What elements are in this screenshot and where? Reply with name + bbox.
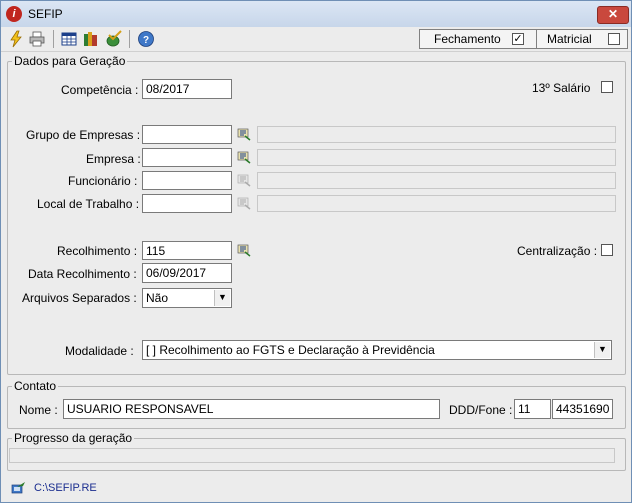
- fechamento-toggle[interactable]: Fechamento ✓: [419, 29, 547, 49]
- local-trabalho-description: [257, 195, 616, 212]
- lookup-icon[interactable]: [237, 127, 251, 141]
- salario13-checkbox[interactable]: [601, 81, 613, 93]
- data-recolhimento-input[interactable]: 06/09/2017: [142, 263, 232, 283]
- nome-label: Nome :: [19, 403, 58, 417]
- arquivos-separados-select[interactable]: Não ▼: [142, 288, 232, 308]
- window-title: SEFIP: [28, 7, 63, 21]
- chevron-down-icon[interactable]: ▼: [214, 290, 230, 306]
- modalidade-value: [ ] Recolhimento ao FGTS e Declaração à …: [146, 343, 435, 357]
- competencia-input[interactable]: 08/2017: [142, 79, 232, 99]
- progress-bar: [9, 448, 615, 463]
- arquivos-separados-label: Arquivos Separados :: [22, 291, 137, 305]
- fone-input[interactable]: 44351690: [552, 399, 613, 419]
- lookup-icon[interactable]: [237, 196, 251, 210]
- competencia-label: Competência :: [61, 83, 139, 97]
- centralizacao-label: Centralização :: [517, 244, 598, 258]
- grupo-empresas-description: [257, 126, 616, 143]
- export-file-icon: [11, 482, 25, 494]
- svg-text:?: ?: [143, 35, 149, 46]
- salario13-label: 13º Salário: [532, 81, 591, 95]
- modalidade-label: Modalidade :: [65, 344, 134, 358]
- books-icon[interactable]: [82, 30, 100, 48]
- app-info-icon: i: [6, 6, 22, 22]
- nome-input[interactable]: USUARIO RESPONSAVEL: [63, 399, 440, 419]
- empresa-input[interactable]: [142, 148, 232, 167]
- status-path: C:\SEFIP.RE: [34, 482, 97, 494]
- title-bar[interactable]: i SEFIP ✕: [1, 1, 631, 28]
- modalidade-select[interactable]: [ ] Recolhimento ao FGTS e Declaração à …: [142, 340, 612, 360]
- close-button[interactable]: ✕: [597, 6, 629, 24]
- arquivos-separados-value: Não: [146, 291, 169, 305]
- chart-check-icon[interactable]: [105, 30, 123, 48]
- toolbar-separator: [53, 30, 54, 48]
- progresso-title: Progresso da geração: [12, 431, 135, 445]
- grupo-empresas-input[interactable]: [142, 125, 232, 144]
- dados-geracao-group: Dados para Geração: [7, 54, 626, 375]
- fechamento-checkbox[interactable]: ✓: [512, 33, 524, 45]
- ddd-fone-label: DDD/Fone :: [449, 403, 513, 417]
- empresa-label: Empresa :: [86, 152, 141, 166]
- table-icon[interactable]: [60, 30, 78, 48]
- matricial-checkbox[interactable]: [608, 33, 620, 45]
- matricial-toggle[interactable]: Matricial: [536, 29, 628, 49]
- local-trabalho-input[interactable]: [142, 194, 232, 213]
- funcionario-label: Funcionário :: [68, 174, 138, 188]
- centralizacao-checkbox[interactable]: [601, 244, 613, 256]
- chevron-down-icon[interactable]: ▼: [594, 342, 610, 358]
- lookup-icon[interactable]: [237, 243, 251, 257]
- local-trabalho-label: Local de Trabalho :: [37, 197, 140, 211]
- lookup-icon[interactable]: [237, 173, 251, 187]
- grupo-empresas-label: Grupo de Empresas :: [26, 128, 141, 142]
- empresa-description: [257, 149, 616, 166]
- lookup-icon[interactable]: [237, 150, 251, 164]
- funcionario-input[interactable]: [142, 171, 232, 190]
- lightning-icon[interactable]: [7, 30, 25, 48]
- ddd-input[interactable]: 11: [514, 399, 551, 419]
- dados-geracao-title: Dados para Geração: [12, 54, 128, 68]
- matricial-label: Matricial: [547, 32, 592, 46]
- funcionario-description: [257, 172, 616, 189]
- recolhimento-label: Recolhimento :: [57, 244, 138, 258]
- recolhimento-input[interactable]: 115: [142, 241, 232, 260]
- printer-icon[interactable]: [28, 30, 46, 48]
- toolbar: ? Fechamento ✓ Matricial: [1, 27, 631, 52]
- sefip-window: i SEFIP ✕ ? Fechamento ✓ Matricial Dados…: [0, 0, 632, 503]
- contato-title: Contato: [12, 379, 59, 393]
- toolbar-separator: [129, 30, 130, 48]
- help-icon[interactable]: ?: [137, 30, 155, 48]
- data-recolhimento-label: Data Recolhimento :: [28, 267, 137, 281]
- fechamento-label: Fechamento: [434, 32, 501, 46]
